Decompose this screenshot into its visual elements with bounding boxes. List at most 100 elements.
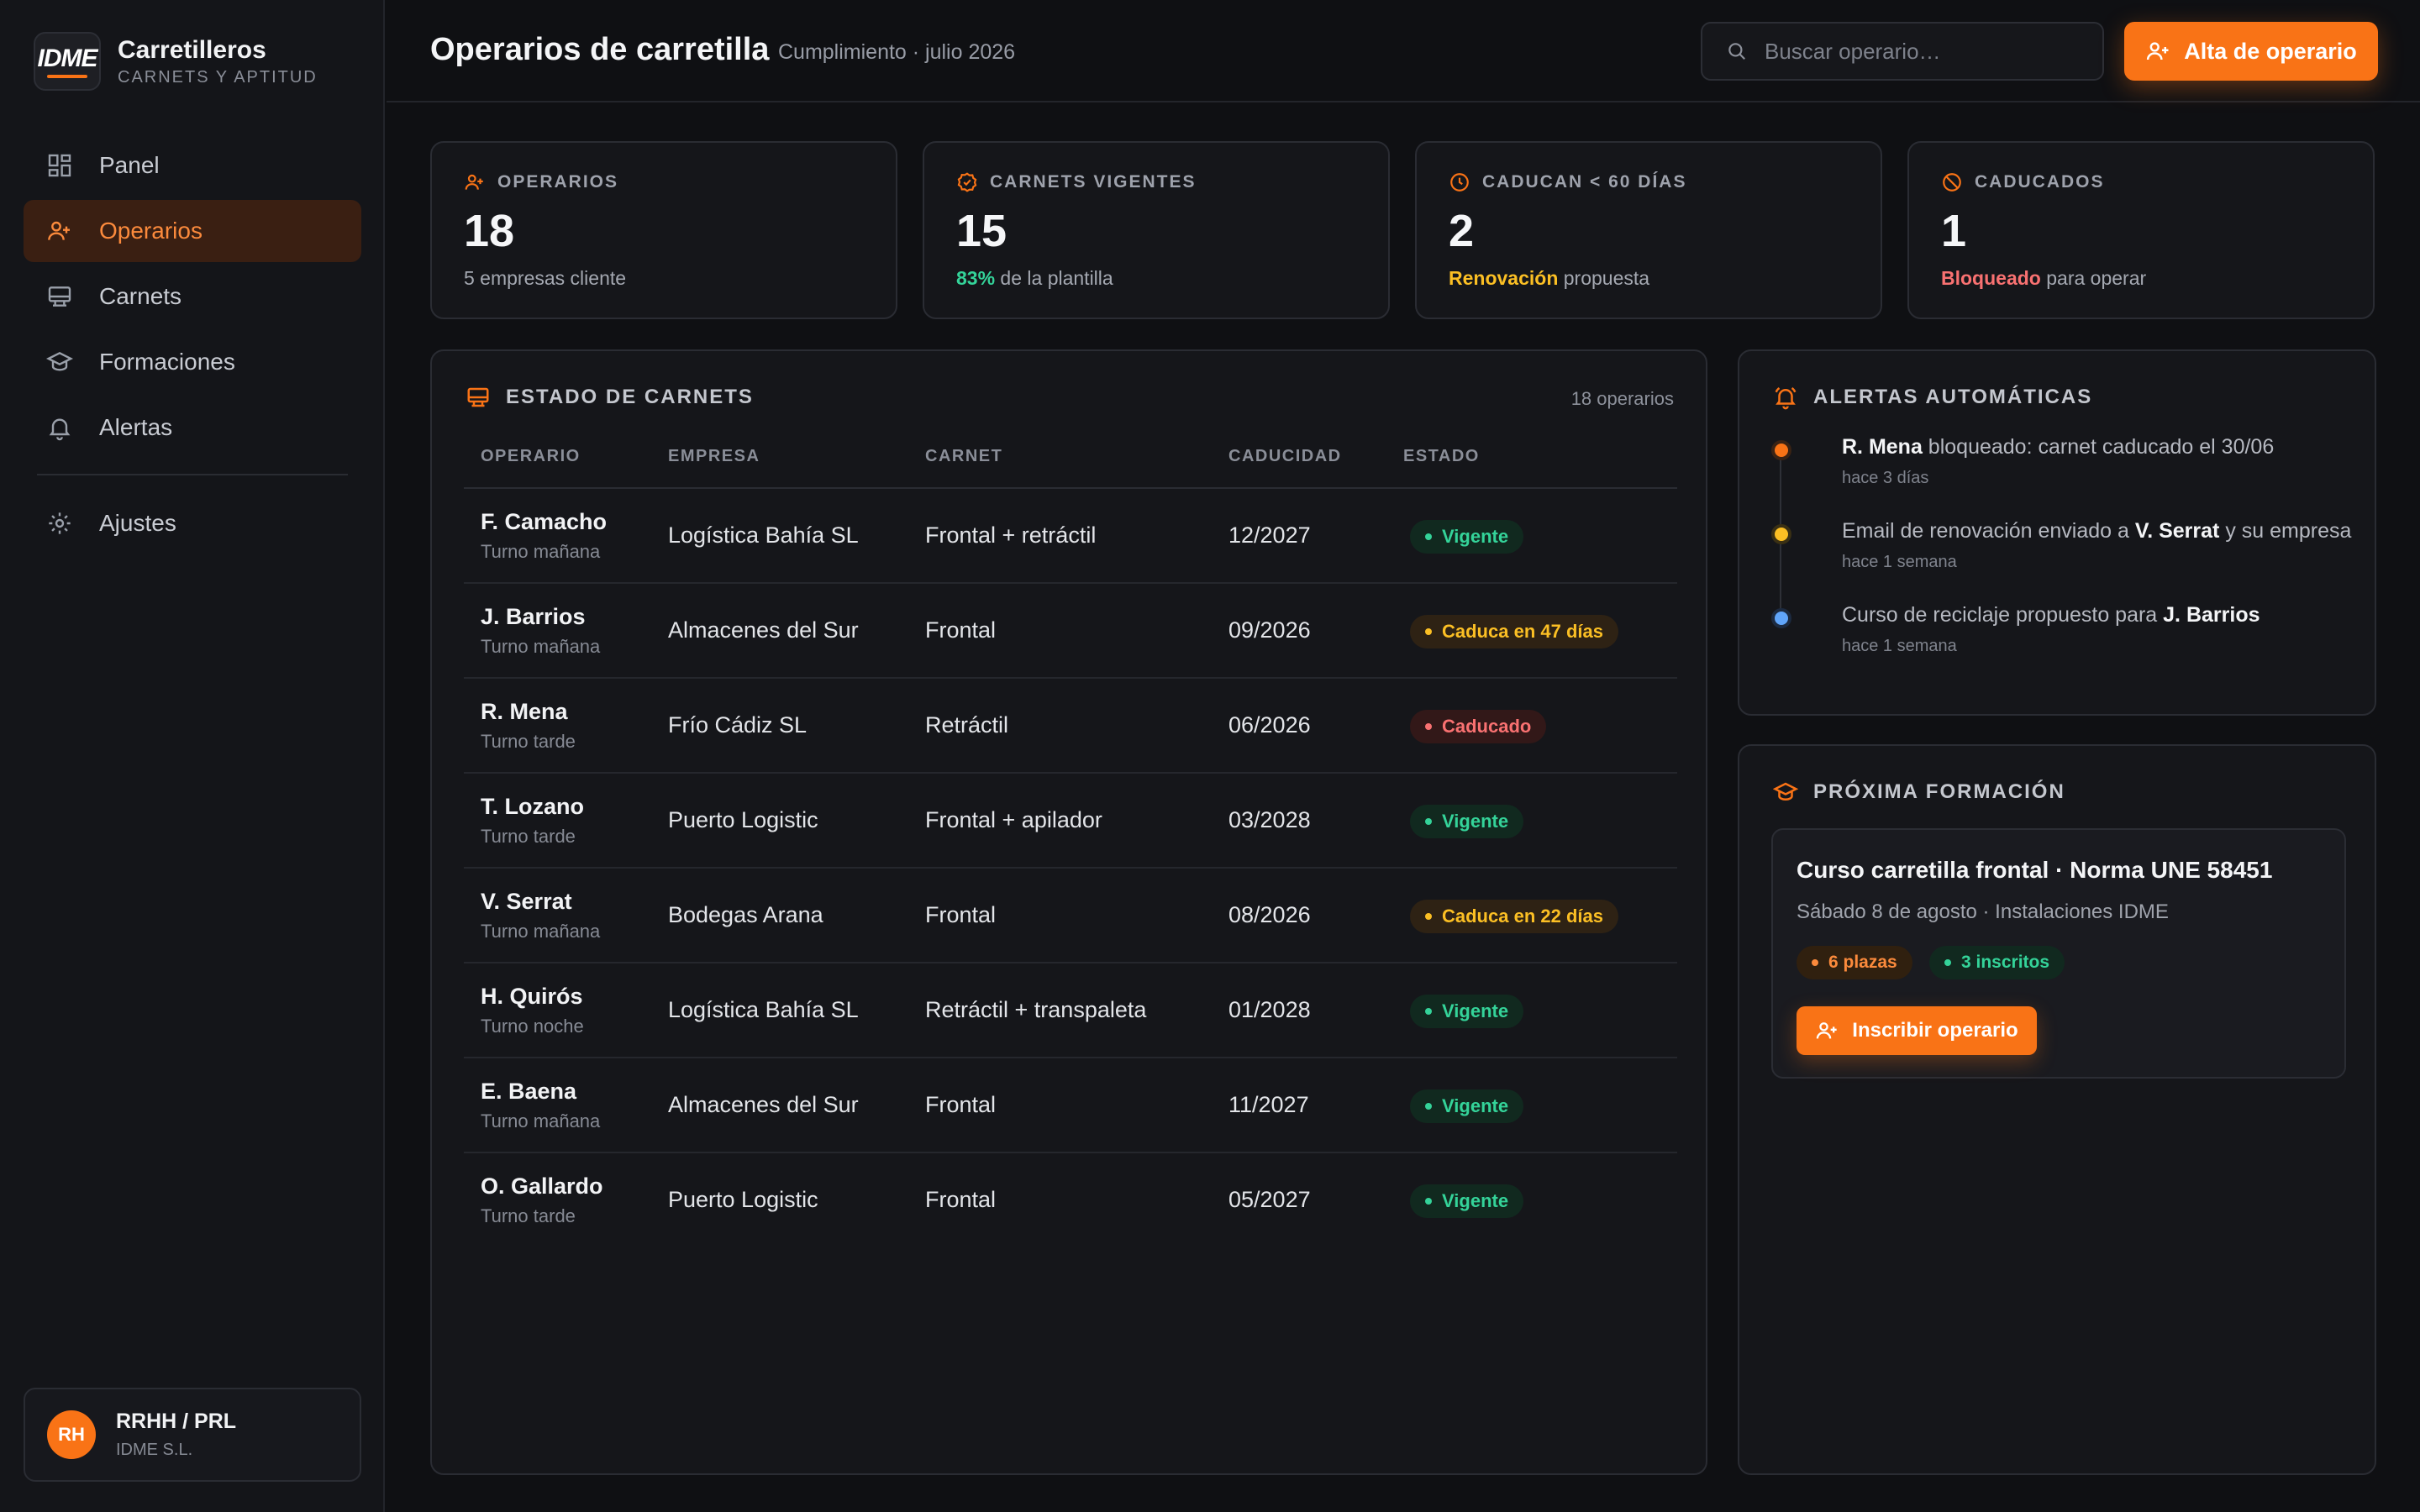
kpi-value: 18: [464, 206, 515, 256]
license-cell: Frontal: [925, 902, 997, 927]
seats-chip: 6 plazas: [1797, 946, 1912, 979]
status-badge: Vigente: [1410, 805, 1524, 838]
alert-text: Email de renovación enviado a V. Serrat …: [1842, 519, 2352, 543]
alert-dot: [1771, 440, 1791, 460]
topbar: Operarios de carretilla Cumplimiento · j…: [387, 0, 2420, 102]
kpi-value: 15: [956, 206, 1007, 256]
course-details: Sábado 8 de agosto · Instalaciones IDME: [1797, 900, 2169, 923]
company-cell: Logística Bahía SL: [668, 997, 859, 1022]
operator-name: T. Lozano: [481, 794, 584, 819]
sidebar-item-operarios[interactable]: Operarios: [24, 200, 361, 262]
page-title: Operarios de carretilla: [430, 32, 770, 67]
add-user-icon: [2147, 42, 2169, 60]
operator-shift: Turno mañana: [481, 921, 601, 942]
alert-dot: [1771, 608, 1791, 628]
table-row[interactable]: J. Barrios Turno mañana Almacenes del Su…: [464, 584, 1677, 679]
search-box[interactable]: [1701, 22, 2104, 81]
company-cell: Logística Bahía SL: [668, 522, 859, 548]
page-subtitle: Cumplimiento · julio 2026: [778, 40, 1016, 64]
status-badge: Vigente: [1410, 1184, 1524, 1218]
company-cell: Puerto Logistic: [668, 1187, 818, 1212]
graduation-cap-icon: [45, 348, 74, 376]
table-row[interactable]: O. Gallardo Turno tarde Puerto Logistic …: [464, 1153, 1677, 1248]
alert-time: hace 1 semana: [1842, 637, 1957, 655]
kpi-card-carnets-vigentes: CARNETS VIGENTES 15 83% de la plantilla: [923, 141, 1390, 319]
column-header[interactable]: CADUCIDAD: [1228, 447, 1342, 466]
license-icon: [45, 282, 74, 311]
course-title: Curso carretilla frontal · Norma UNE 584…: [1797, 857, 2273, 883]
logo-text: IDME: [37, 45, 98, 72]
expiry-cell: 09/2026: [1228, 617, 1311, 643]
column-header[interactable]: EMPRESA: [668, 447, 760, 466]
license-icon: [467, 387, 489, 407]
alert-dot: [1771, 524, 1791, 544]
kpi-note: Renovación propuesta: [1449, 267, 1650, 289]
status-badge: Caduca en 22 días: [1410, 900, 1618, 933]
card-title: PRÓXIMA FORMACIÓN: [1813, 780, 2065, 803]
column-header[interactable]: CARNET: [925, 447, 1002, 466]
column-header[interactable]: ESTADO: [1403, 447, 1480, 466]
course-box[interactable]: Curso carretilla frontal · Norma UNE 584…: [1771, 828, 2346, 1079]
sidebar-item-label: Alertas: [99, 414, 173, 440]
company-cell: Puerto Logistic: [668, 807, 818, 832]
table-row[interactable]: F. Camacho Turno mañana Logística Bahía …: [464, 489, 1677, 584]
kpi-note-strong: 83%: [956, 267, 996, 289]
operator-name: R. Mena: [481, 699, 568, 724]
sidebar-divider: [37, 474, 348, 475]
kpi-note: 83% de la plantilla: [956, 267, 1113, 289]
search-icon: [1728, 43, 1745, 60]
table-row[interactable]: V. Serrat Turno mañana Bodegas Arana Fro…: [464, 869, 1677, 963]
search-input[interactable]: [1765, 38, 2084, 65]
operator-shift: Turno mañana: [481, 1110, 601, 1131]
kpi-note-strong: Bloqueado: [1941, 267, 2041, 289]
enroll-operator-button[interactable]: Inscribir operario: [1797, 1006, 2037, 1055]
app-title: Carretilleros: [118, 35, 266, 64]
add-operator-button[interactable]: Alta de operario: [2124, 22, 2378, 81]
status-badge: Caducado: [1410, 710, 1547, 743]
sidebar-item-formaciones[interactable]: Formaciones: [24, 331, 361, 393]
license-cell: Frontal + apilador: [925, 807, 1102, 832]
alert-time: hace 1 semana: [1842, 553, 1957, 571]
alerts-card: ALERTAS AUTOMÁTICAS R. Mena bloqueado: c…: [1738, 349, 2376, 716]
avatar: RH: [47, 1410, 96, 1459]
expiry-cell: 08/2026: [1228, 902, 1311, 927]
expiry-cell: 03/2028: [1228, 807, 1311, 832]
user-card[interactable]: RH RRHH / PRL IDME S.L.: [24, 1388, 361, 1482]
column-header[interactable]: OPERARIO: [481, 447, 581, 466]
sidebar-item-alertas[interactable]: Alertas: [24, 396, 361, 459]
table-row[interactable]: T. Lozano Turno tarde Puerto Logistic Fr…: [464, 774, 1677, 869]
license-cell: Frontal: [925, 1092, 997, 1117]
kpi-card-caducan: CADUCAN < 60 DÍAS 2 Renovación propuesta: [1415, 141, 1882, 319]
kpi-card-caducados: CADUCADOS 1 Bloqueado para operar: [1907, 141, 2375, 319]
expiry-cell: 01/2028: [1228, 997, 1311, 1022]
sidebar-item-label: Carnets: [99, 283, 182, 309]
brand[interactable]: IDME Carretilleros CARNETS Y APTITUD: [34, 32, 318, 91]
sidebar-item-label: Formaciones: [99, 349, 235, 375]
sidebar-item-carnets[interactable]: Carnets: [24, 265, 361, 328]
kpi-label: CARNETS VIGENTES: [990, 172, 1197, 192]
sidebar-item-ajustes[interactable]: Ajustes: [24, 492, 361, 554]
operator-shift: Turno tarde: [481, 731, 576, 752]
kpi-note-strong: Renovación: [1449, 267, 1559, 289]
add-operator-label: Alta de operario: [2184, 38, 2357, 64]
logo-underline: [47, 75, 87, 78]
bell-ring-icon: [1775, 386, 1797, 410]
status-badge: Vigente: [1410, 520, 1524, 554]
app-logo: IDME: [34, 32, 101, 91]
company-cell: Almacenes del Sur: [668, 617, 859, 643]
sidebar-item-panel[interactable]: Panel: [24, 134, 361, 197]
users-icon: [465, 174, 483, 190]
expiry-cell: 05/2027: [1228, 1187, 1311, 1212]
kpi-note: 5 empresas cliente: [464, 267, 627, 289]
sidebar-item-label: Operarios: [99, 218, 203, 244]
table-row[interactable]: H. Quirós Turno noche Logística Bahía SL…: [464, 963, 1677, 1058]
table-row[interactable]: R. Mena Turno tarde Frío Cádiz SL Retrác…: [464, 679, 1677, 774]
status-badge: Caduca en 47 días: [1410, 615, 1618, 648]
table-row[interactable]: E. Baena Turno mañana Almacenes del Sur …: [464, 1058, 1677, 1153]
alert-text: R. Mena bloqueado: carnet caducado el 30…: [1842, 435, 2275, 459]
kpi-label: CADUCAN < 60 DÍAS: [1482, 172, 1687, 192]
alert-time: hace 3 días: [1842, 469, 1929, 487]
license-cell: Frontal + retráctil: [925, 522, 1097, 548]
license-cell: Retráctil + transpaleta: [925, 997, 1147, 1022]
company-cell: Almacenes del Sur: [668, 1092, 859, 1117]
